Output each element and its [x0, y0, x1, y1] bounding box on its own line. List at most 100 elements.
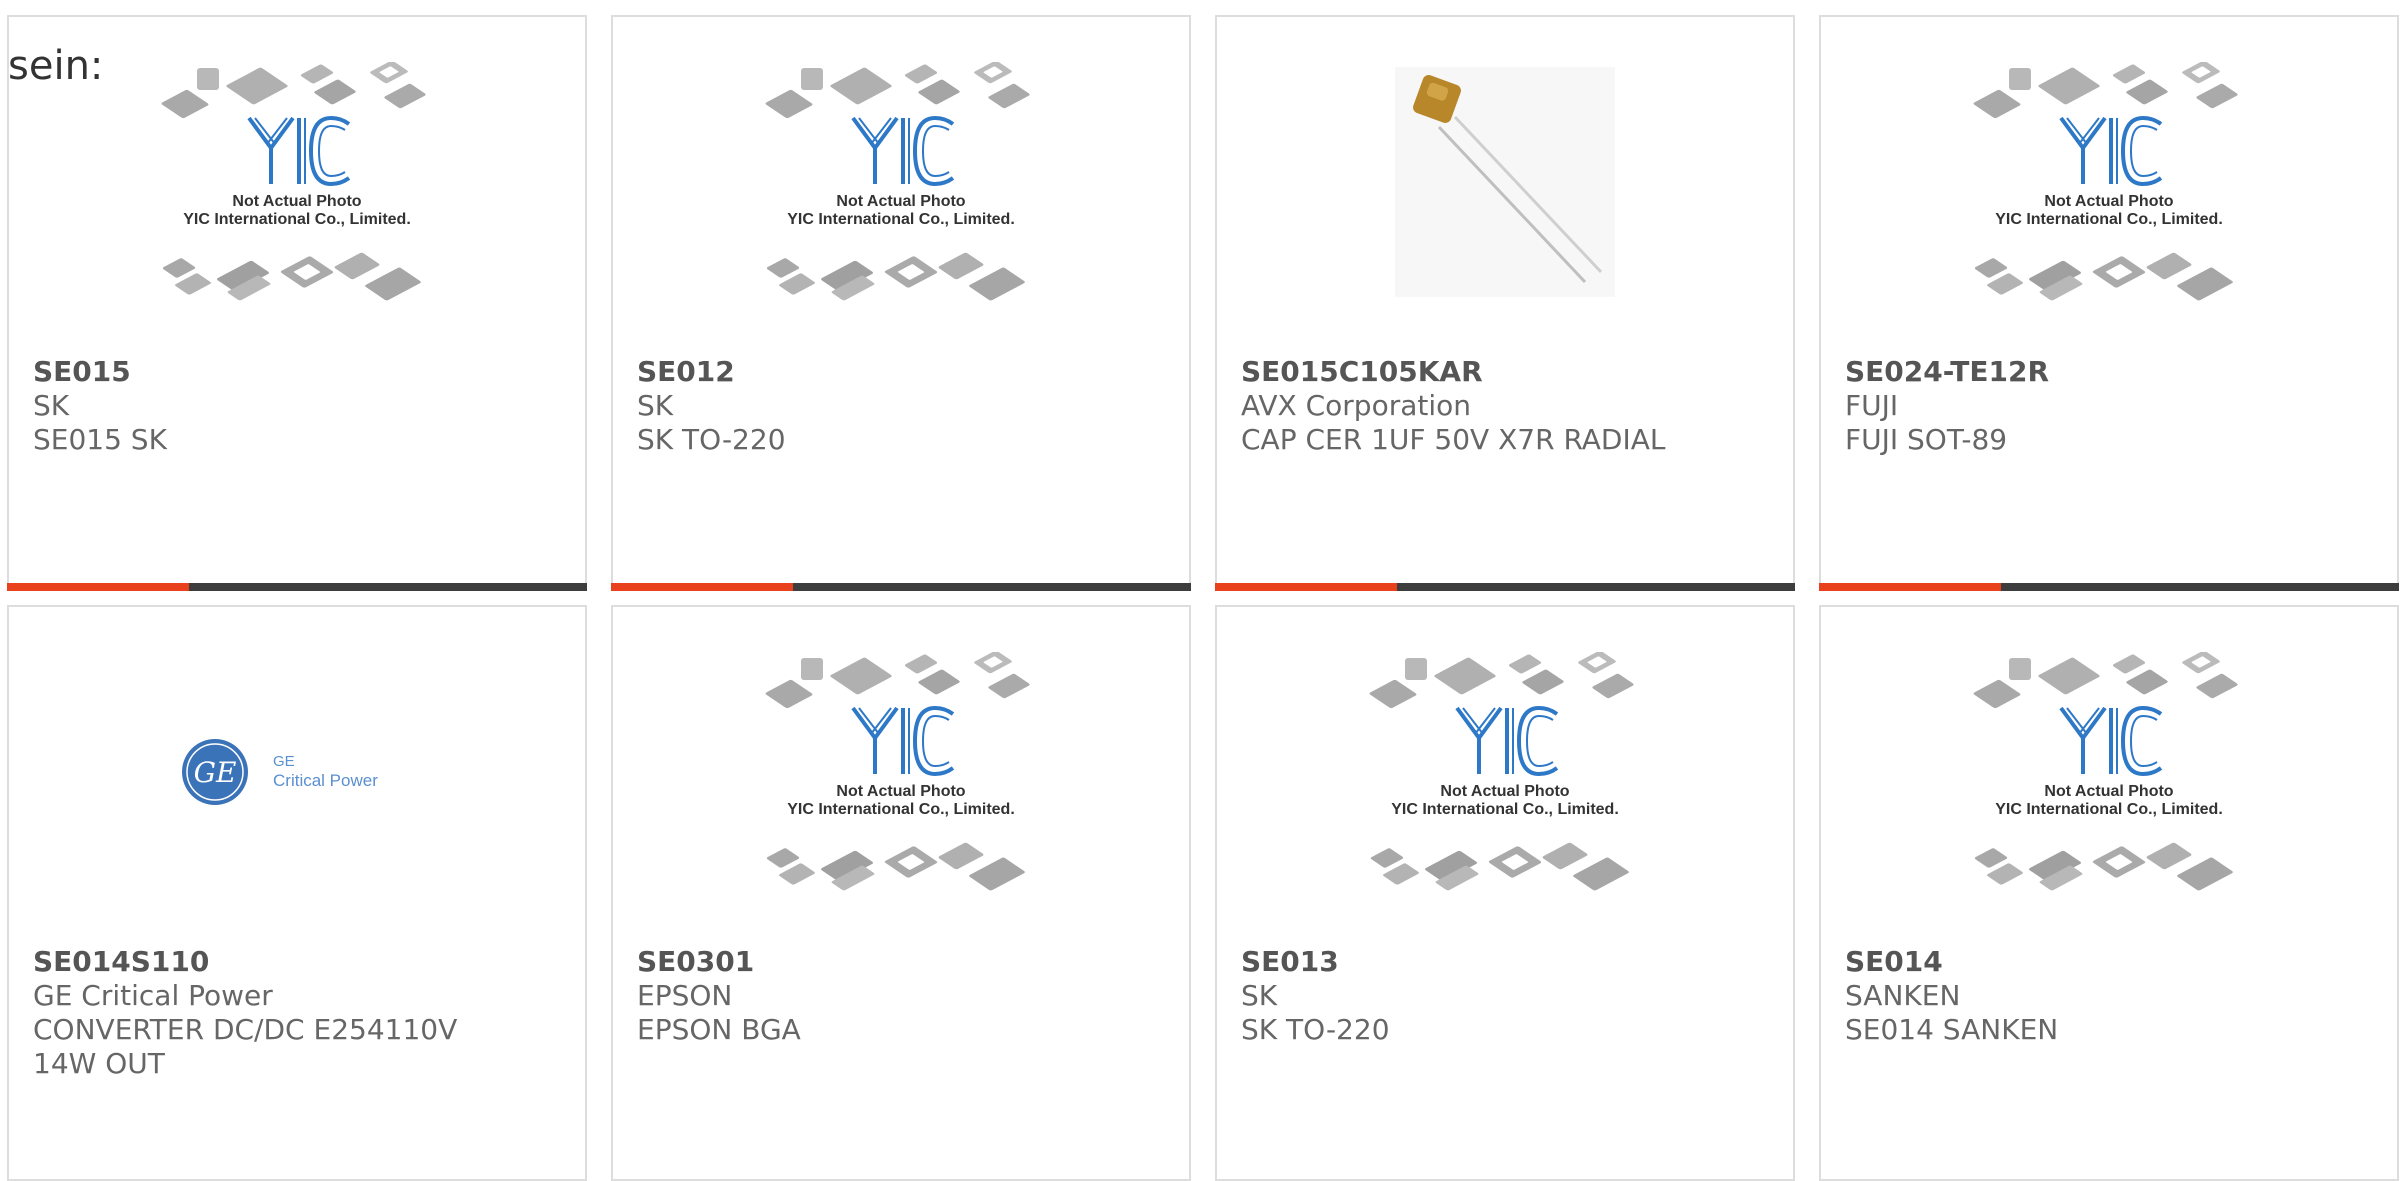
product-image[interactable]	[1217, 17, 1793, 347]
ge-logo-caption: GE	[273, 753, 295, 770]
chip-shape	[365, 267, 421, 301]
product-image[interactable]: Not Actual Photo YIC International Co., L…	[613, 607, 1189, 937]
part-number-link[interactable]: SE012	[637, 355, 1169, 389]
capacitor-image	[1395, 67, 1615, 297]
description: SE014 SANKEN	[1845, 1013, 2059, 1046]
description: SK TO-220	[1241, 1013, 1390, 1046]
placeholder-caption: Not Actual Photo	[836, 783, 965, 800]
chip-shape	[1522, 669, 1564, 695]
chip-shape	[197, 68, 219, 90]
ge-logo-image: GE GECritical Power	[182, 739, 378, 805]
part-number-link[interactable]: SE014	[1845, 945, 2377, 979]
chip-shape	[1974, 848, 2008, 868]
description: CAP CER 1UF 50V X7R RADIAL	[1241, 423, 1666, 456]
product-card[interactable]: Not Actual Photo YIC International Co., L…	[611, 15, 1191, 591]
manufacturer: EPSON	[637, 979, 733, 1012]
manufacturer: SK	[637, 389, 674, 422]
chip-shape	[2112, 654, 2146, 674]
chip-shape	[904, 654, 938, 674]
part-number-link[interactable]: SE015	[33, 355, 565, 389]
product-info: SE015 SK SE015 SK	[33, 355, 565, 457]
product-grid: Not Actual Photo YIC International Co., L…	[0, 0, 2400, 1181]
chip-shape	[765, 679, 813, 709]
placeholder-caption: YIC International Co., Limited.	[1995, 801, 2223, 818]
manufacturer: SK	[33, 389, 70, 422]
ge-monogram: GE	[194, 756, 237, 789]
placeholder-image: Not Actual PhotoYIC International Co., L…	[765, 62, 1030, 301]
chip-shape	[1973, 89, 2021, 119]
chip-shape	[2177, 267, 2233, 301]
card-accent-bar	[1819, 583, 2001, 591]
product-card[interactable]: Not Actual Photo YIC International Co., L…	[1819, 15, 2399, 591]
placeholder-caption: YIC International Co., Limited.	[1391, 801, 1619, 818]
product-card[interactable]: Not Actual Photo YIC International Co., L…	[611, 605, 1191, 1181]
product-image[interactable]: Not Actual Photo YIC International Co., L…	[1217, 607, 1793, 937]
product-info: SE024-TE12R FUJI FUJI SOT-89	[1845, 355, 2377, 457]
product-info: SE013 SK SK TO-220	[1241, 945, 1773, 1047]
chip-shape	[162, 258, 196, 278]
chip-shape	[226, 67, 288, 105]
chip-shape	[2038, 67, 2100, 105]
product-card[interactable]: Not Actual Photo YIC International Co., L…	[1819, 605, 2399, 1181]
chip-shape	[830, 67, 892, 105]
product-card[interactable]: GE GE Critical Power SE014S110 GE Critical…	[7, 605, 587, 1181]
placeholder-caption: Not Actual Photo	[836, 193, 965, 210]
product-image[interactable]: Not Actual Photo YIC International Co., L…	[1821, 17, 2397, 347]
part-number-link[interactable]: SE024-TE12R	[1845, 355, 2377, 389]
placeholder-caption: Not Actual Photo	[2044, 783, 2173, 800]
placeholder-image: Not Actual PhotoYIC International Co., L…	[161, 62, 426, 301]
chip-shape	[969, 857, 1025, 891]
chip-shape	[938, 252, 984, 280]
intro-text: sein:	[8, 43, 104, 89]
chip-shape	[161, 89, 209, 119]
chip-shape	[918, 79, 960, 105]
yic-logo	[851, 705, 955, 777]
product-card[interactable]: SE015C105KAR AVX Corporation CAP CER 1UF…	[1215, 15, 1795, 591]
manufacturer: FUJI	[1845, 389, 1899, 422]
chip-shape	[2126, 669, 2168, 695]
chip-shape	[1405, 658, 1427, 680]
description: CONVERTER DC/DC E254110V	[33, 1013, 458, 1046]
part-number-link[interactable]: SE015C105KAR	[1241, 355, 1773, 389]
placeholder-caption: YIC International Co., Limited.	[787, 801, 1015, 818]
description: EPSON BGA	[637, 1013, 801, 1046]
card-bottom-bar	[1215, 583, 1795, 591]
chip-shape	[300, 64, 334, 84]
chip-shape	[1578, 652, 1616, 674]
product-info: SE0301 EPSON EPSON BGA	[637, 945, 1169, 1047]
placeholder-caption: Not Actual Photo	[232, 193, 361, 210]
product-card[interactable]: Not Actual Photo YIC International Co., L…	[1215, 605, 1795, 1181]
chip-shape	[370, 62, 408, 84]
placeholder-caption: Not Actual Photo	[2044, 193, 2173, 210]
part-number-link[interactable]: SE0301	[637, 945, 1169, 979]
chip-shape	[1370, 848, 1404, 868]
chip-shape	[2177, 857, 2233, 891]
card-accent-bar	[1215, 583, 1397, 591]
yic-logo	[2059, 705, 2163, 777]
placeholder-caption: Not Actual Photo	[1440, 783, 1569, 800]
chip-shape	[988, 83, 1030, 109]
yic-logo	[247, 115, 351, 187]
product-card[interactable]: Not Actual Photo YIC International Co., L…	[7, 15, 587, 591]
placeholder-image: Not Actual PhotoYIC International Co., L…	[1973, 652, 2238, 891]
chip-shape	[2126, 79, 2168, 105]
chip-shape	[969, 267, 1025, 301]
chip-shape	[974, 62, 1012, 84]
description: FUJI SOT-89	[1845, 423, 2008, 456]
product-image[interactable]: Not Actual Photo YIC International Co., L…	[1821, 607, 2397, 937]
part-number-link[interactable]: SE013	[1241, 945, 1773, 979]
chip-shape	[884, 256, 938, 288]
chip-shape	[280, 256, 334, 288]
product-image[interactable]: GE GE Critical Power	[9, 607, 585, 937]
chip-shape	[1369, 679, 1417, 709]
placeholder-caption: YIC International Co., Limited.	[183, 211, 411, 228]
yic-logo	[1455, 705, 1559, 777]
product-info: SE014S110 GE Critical Power CONVERTER DC…	[33, 945, 565, 1081]
description: SK TO-220	[637, 423, 786, 456]
card-accent-bar	[611, 583, 793, 591]
card-bottom-bar	[611, 583, 1191, 591]
product-image[interactable]: Not Actual Photo YIC International Co., L…	[613, 17, 1189, 347]
chip-shape	[1974, 258, 2008, 278]
manufacturer: SANKEN	[1845, 979, 1961, 1012]
part-number-link[interactable]: SE014S110	[33, 945, 565, 979]
